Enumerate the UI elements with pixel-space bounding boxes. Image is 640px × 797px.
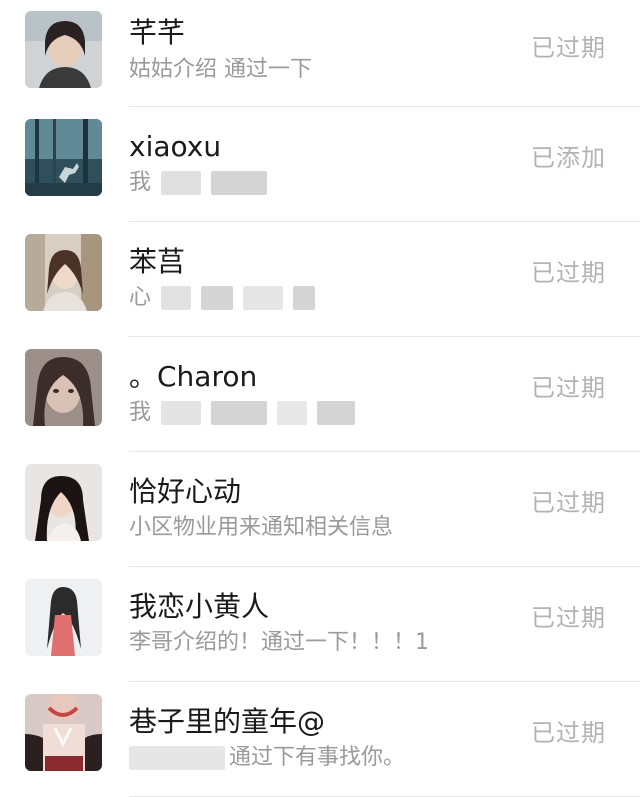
contact-name: 苯莒 bbox=[129, 245, 186, 278]
avatar[interactable] bbox=[25, 464, 102, 541]
request-message-text: 我 bbox=[129, 170, 152, 195]
list-item[interactable]: 恰好心动 小区物业用来通知相关信息 已过期 bbox=[0, 452, 640, 567]
request-status: 已过期 bbox=[531, 374, 606, 402]
redaction bbox=[201, 286, 234, 310]
request-status: 已过期 bbox=[531, 604, 606, 632]
redaction bbox=[243, 286, 284, 310]
avatar[interactable] bbox=[25, 349, 102, 426]
redaction bbox=[293, 286, 316, 310]
redaction bbox=[277, 401, 308, 425]
request-status: 已过期 bbox=[531, 259, 606, 287]
request-message: 李哥介绍的！通过一下！！！1 bbox=[129, 630, 429, 655]
list-item[interactable]: 我恋小黄人 李哥介绍的！通过一下！！！1 已过期 bbox=[0, 567, 640, 682]
request-message: 姑姑介绍 通过一下 bbox=[129, 57, 312, 82]
request-status: 已添加 bbox=[531, 144, 606, 172]
avatar[interactable] bbox=[25, 234, 102, 311]
list-item[interactable]: 苯莒 心 已过期 bbox=[0, 222, 640, 337]
redaction bbox=[161, 171, 202, 195]
redaction bbox=[161, 401, 202, 425]
redaction bbox=[161, 286, 192, 310]
avatar[interactable] bbox=[25, 579, 102, 656]
request-message-text: 通过下有事找你。 bbox=[229, 745, 406, 770]
request-message: 我 bbox=[129, 399, 356, 427]
avatar-image bbox=[25, 11, 102, 88]
contact-name: 巷子里的童年@ bbox=[129, 705, 326, 738]
request-status: 已过期 bbox=[531, 34, 606, 62]
contact-name: 芊芊 bbox=[129, 16, 186, 49]
avatar-image bbox=[25, 694, 102, 771]
request-message: 我 bbox=[129, 169, 268, 197]
redaction bbox=[129, 746, 225, 770]
request-status: 已过期 bbox=[531, 489, 606, 517]
avatar-image bbox=[25, 349, 102, 426]
avatar-image bbox=[25, 464, 102, 541]
avatar[interactable] bbox=[25, 11, 102, 88]
request-message: 心 bbox=[129, 284, 316, 312]
friend-request-list: 芊芊 姑姑介绍 通过一下 已过期 xiaoxu 我 已添加 苯莒 心 已过期 。… bbox=[0, 0, 640, 797]
redaction bbox=[211, 401, 268, 425]
contact-name: 我恋小黄人 bbox=[129, 590, 270, 623]
list-item[interactable]: xiaoxu 我 已添加 bbox=[0, 107, 640, 222]
redaction bbox=[211, 171, 268, 195]
avatar[interactable] bbox=[25, 119, 102, 196]
request-status: 已过期 bbox=[531, 719, 606, 747]
redaction bbox=[317, 401, 356, 425]
request-message-text: 我 bbox=[129, 400, 152, 425]
contact-name: 。Charon bbox=[129, 360, 258, 393]
list-item[interactable]: 芊芊 姑姑介绍 通过一下 已过期 bbox=[0, 0, 640, 107]
avatar-image bbox=[25, 234, 102, 311]
request-message: 小区物业用来通知相关信息 bbox=[129, 515, 394, 540]
avatar[interactable] bbox=[25, 694, 102, 771]
avatar-image bbox=[25, 119, 102, 196]
contact-name: xiaoxu bbox=[129, 130, 222, 163]
list-item[interactable]: 巷子里的童年@ 通过下有事找你。 已过期 bbox=[0, 682, 640, 797]
list-item[interactable]: 。Charon 我 已过期 bbox=[0, 337, 640, 452]
contact-name: 恰好心动 bbox=[129, 475, 242, 508]
request-message-text: 心 bbox=[129, 285, 152, 310]
request-message: 通过下有事找你。 bbox=[129, 744, 405, 772]
avatar-image bbox=[25, 579, 102, 656]
